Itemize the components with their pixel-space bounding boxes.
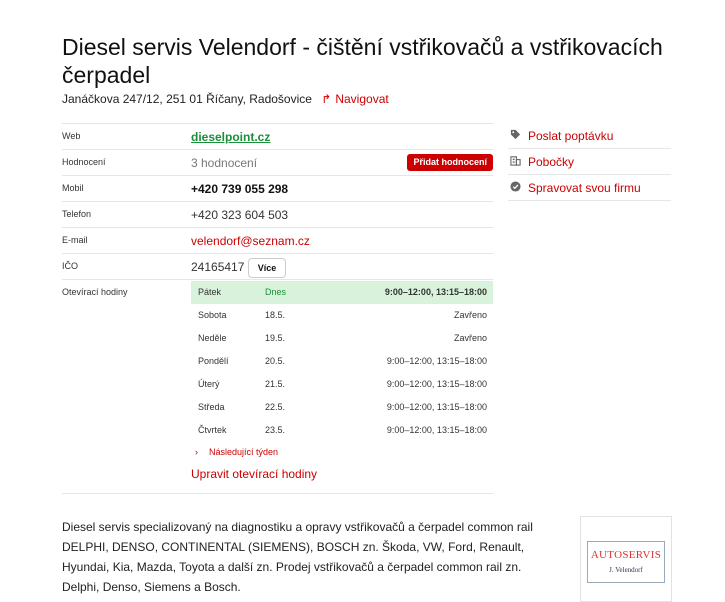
hours-row: Pondělí 20.5. 9:00–12:00, 13:15–18:00 — [191, 350, 493, 373]
hours-day: Sobota — [198, 310, 227, 320]
info-row-rating: Hodnocení 3 hodnocení Přidat hodnocení — [62, 149, 493, 175]
info-row-web: Web dieselpoint.cz — [62, 123, 493, 149]
sidebar-actions: Poslat poptávku Pobočky Spravovat svou f… — [508, 123, 671, 201]
sidebar-item-manage-company[interactable]: Spravovat svou firmu — [508, 175, 671, 201]
hours-date: 19.5. — [265, 333, 286, 343]
hours-date: 23.5. — [265, 425, 286, 435]
hours-time: 9:00–12:00, 13:15–18:00 — [386, 379, 487, 389]
hours-time: 9:00–12:00, 13:15–18:00 — [386, 402, 487, 412]
info-row-email: E-mail velendorf@seznam.cz — [62, 227, 493, 253]
address-line: Janáčkova 247/12, 251 01 Říčany, Radošov… — [62, 92, 389, 106]
phone-label: Telefon — [62, 209, 92, 219]
mobile-label: Mobil — [62, 183, 84, 193]
info-row-hours: Otevírací hodiny Pátek Dnes 9:00–12:00, … — [62, 279, 493, 487]
tag-icon — [510, 129, 521, 140]
hours-date: 21.5. — [265, 379, 286, 389]
hours-row: Úterý 21.5. 9:00–12:00, 13:15–18:00 — [191, 373, 493, 396]
company-description: Diesel servis specializovaný na diagnost… — [62, 520, 533, 594]
hours-time: 9:00–12:00, 13:15–18:00 — [384, 287, 487, 297]
logo-subtitle: J. Velendorf — [609, 566, 643, 574]
next-week-label: Následující týden — [209, 447, 279, 457]
company-logo: AUTOSERVIS J. Velendorf — [580, 516, 672, 602]
navigate-link[interactable]: ↱ Navigovat — [321, 92, 388, 106]
navigate-arrow-icon: ↱ — [321, 92, 332, 106]
hours-label: Otevírací hodiny — [62, 287, 128, 297]
info-row-mobile: Mobil +420 739 055 298 — [62, 175, 493, 201]
address-text: Janáčkova 247/12, 251 01 Říčany, Radošov… — [62, 92, 312, 106]
company-info-table: Web dieselpoint.cz Hodnocení 3 hodnocení… — [62, 123, 493, 494]
rating-label: Hodnocení — [62, 157, 106, 167]
hours-day: Úterý — [198, 379, 220, 389]
page-title: Diesel servis Velendorf - čištění vstřik… — [62, 34, 663, 88]
sidebar-item-label: Pobočky — [528, 155, 575, 169]
info-row-phone: Telefon +420 323 604 503 — [62, 201, 493, 227]
hours-time: 9:00–12:00, 13:15–18:00 — [386, 356, 487, 366]
hours-date: 20.5. — [265, 356, 286, 366]
hours-row: Neděle 19.5. Zavřeno — [191, 327, 493, 350]
logo-title: AUTOSERVIS — [590, 549, 662, 561]
hours-date: 22.5. — [265, 402, 286, 412]
hours-row: Čtvrtek 23.5. 9:00–12:00, 13:15–18:00 — [191, 419, 493, 442]
chevron-right-icon: › — [195, 447, 198, 457]
web-link[interactable]: dieselpoint.cz — [191, 130, 270, 144]
hours-date: Dnes — [265, 287, 287, 297]
hours-time: 9:00–12:00, 13:15–18:00 — [386, 425, 487, 435]
opening-hours-table: Pátek Dnes 9:00–12:00, 13:15–18:00 Sobot… — [191, 281, 493, 464]
sidebar-item-label: Spravovat svou firmu — [528, 181, 641, 195]
phone-number[interactable]: +420 323 604 503 — [191, 208, 288, 222]
hours-row-today: Pátek Dnes 9:00–12:00, 13:15–18:00 — [191, 281, 493, 304]
hours-day: Čtvrtek — [198, 425, 227, 435]
logo-frame: AUTOSERVIS J. Velendorf — [587, 541, 665, 583]
sidebar-item-label: Poslat poptávku — [528, 129, 614, 143]
info-row-ico: IČO 24165417 Více — [62, 253, 493, 279]
rating-count-link[interactable]: 3 hodnocení — [191, 156, 257, 170]
ico-label: IČO — [62, 261, 79, 271]
hours-time: Zavřeno — [453, 333, 487, 343]
hours-row: Sobota 18.5. Zavřeno — [191, 304, 493, 327]
hours-day: Neděle — [198, 333, 227, 343]
table-bottom-divider — [62, 493, 493, 494]
hours-date: 18.5. — [265, 310, 286, 320]
email-link[interactable]: velendorf@seznam.cz — [191, 234, 310, 248]
email-label: E-mail — [62, 235, 88, 245]
hours-time: Zavřeno — [453, 310, 487, 320]
sidebar-item-branches[interactable]: Pobočky — [508, 149, 671, 175]
web-label: Web — [62, 131, 81, 141]
hours-day: Středa — [198, 402, 225, 412]
building-icon — [510, 156, 521, 166]
edit-hours-link[interactable]: Upravit otevírací hodiny — [191, 467, 493, 487]
add-review-button[interactable]: Přidat hodnocení — [407, 154, 493, 171]
mobile-number[interactable]: +420 739 055 298 — [191, 182, 288, 196]
sidebar-item-send-inquiry[interactable]: Poslat poptávku — [508, 123, 671, 149]
hours-row: Středa 22.5. 9:00–12:00, 13:15–18:00 — [191, 396, 493, 419]
next-week-link[interactable]: › Následující týden — [191, 442, 493, 464]
verified-badge-icon — [510, 181, 521, 192]
hours-day: Pátek — [198, 287, 222, 297]
ico-value: 24165417 — [191, 260, 245, 274]
navigate-label: Navigovat — [335, 92, 389, 106]
more-button[interactable]: Více — [248, 258, 286, 278]
hours-day: Pondělí — [198, 356, 229, 366]
